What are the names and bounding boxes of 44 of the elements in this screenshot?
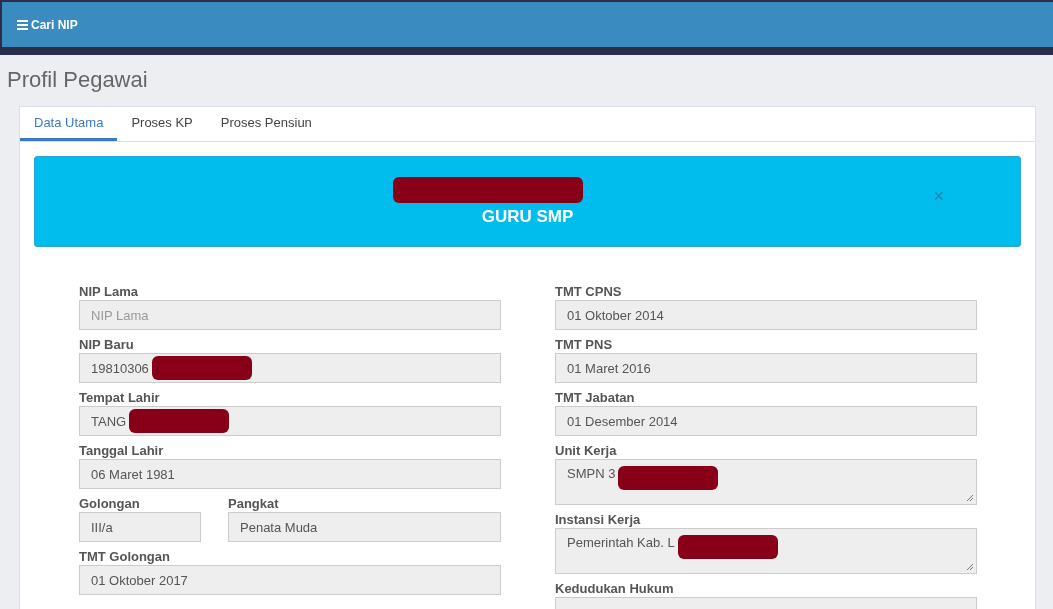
input-field[interactable]: 01 Desember 2014 [555,406,977,436]
search-nip-link[interactable]: Cari NIP [17,17,78,32]
field-value: SMPN 3 [567,466,616,481]
text-area[interactable]: Pemerintah Kab. L [555,528,977,574]
input-field[interactable]: III/a [79,512,201,542]
field-value: 01 Desember 2014 [567,413,678,429]
field-label: NIP Baru [79,337,135,352]
field-label: NIP Lama [79,284,139,299]
field-value: 01 Oktober 2017 [91,572,188,588]
field-label: TMT Jabatan [555,390,636,405]
field-value: 01 Oktober 2014 [567,307,664,323]
field-value: Pemerintah Kab. L [567,535,675,550]
input-field[interactable]: Penata Muda [228,512,501,542]
page-title: Profil Pegawai [6,66,149,94]
field-label: Tempat Lahir [79,390,161,405]
input-field[interactable]: 19810306 [79,353,501,383]
input-field[interactable]: 01 Oktober 2017 [79,565,501,595]
field-label: TMT CPNS [555,284,623,299]
field-label: Tanggal Lahir [79,443,165,458]
field-label: TMT PNS [555,337,614,352]
field-label: Golongan [79,496,141,511]
field-value: Penata Muda [240,519,318,535]
text-area[interactable]: SMPN 3 [555,459,977,505]
field-label: Kedudukan Hukum [555,581,675,596]
field-label: Instansi Kerja [555,512,642,527]
menu-icon [17,19,28,30]
input-field[interactable]: TANG [79,406,501,436]
tab[interactable]: Proses Pensiun [206,107,326,141]
resize-grip-icon[interactable] [966,494,974,502]
field-value: 06 Maret 1981 [91,466,175,482]
tab[interactable]: Data Utama [20,107,118,141]
field-value: 19810306 [91,360,149,376]
field-label: Unit Kerja [555,443,618,458]
resize-grip-icon[interactable] [966,563,974,571]
field-value: 01 Maret 2016 [567,360,651,376]
input-field[interactable]: 06 Maret 1981 [79,459,501,489]
field-value: III/a [91,519,113,535]
input-field[interactable]: 01 Maret 2016 [555,353,977,383]
input-field[interactable]: 01 Oktober 2014 [555,300,977,330]
field-label: TMT Golongan [79,549,171,564]
tab[interactable]: Proses KP [117,107,207,141]
field-label: Pangkat [228,496,280,511]
field-value: TANG [91,413,127,429]
banner-title: GURU SMP [481,206,574,227]
